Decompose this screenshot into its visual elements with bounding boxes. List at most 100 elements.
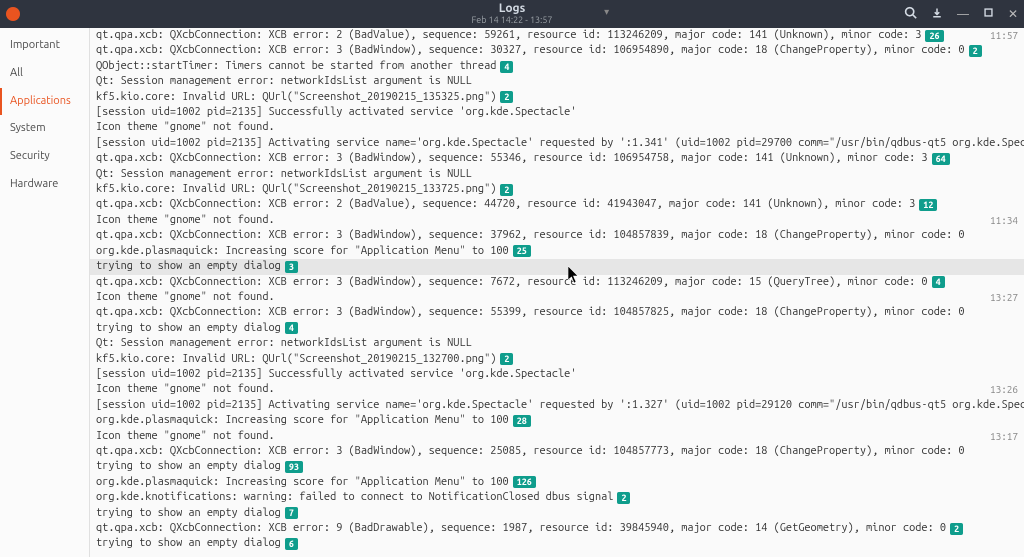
log-line[interactable]: [session uid=1002 pid=2135] Activating s… bbox=[90, 398, 1024, 413]
window-subtitle: Feb 14 14:22 - 13:57 bbox=[472, 16, 553, 26]
log-line[interactable]: qt.qpa.xcb: QXcbConnection: XCB error: 3… bbox=[90, 43, 1024, 58]
maximize-icon[interactable] bbox=[983, 7, 994, 21]
log-message: [session uid=1002 pid=2135] Successfully… bbox=[96, 105, 576, 120]
log-line[interactable]: qt.qpa.xcb: QXcbConnection: XCB error: 3… bbox=[90, 228, 1024, 243]
log-message: org.kde.plasmaquick: Increasing score fo… bbox=[96, 475, 509, 490]
count-badge: 26 bbox=[925, 30, 943, 42]
count-badge: 93 bbox=[285, 461, 303, 473]
log-line[interactable]: qt.qpa.xcb: QXcbConnection: XCB error: 3… bbox=[90, 275, 1024, 290]
log-line[interactable]: trying to show an empty dialog4 bbox=[90, 321, 1024, 336]
log-timestamp: 13:26 bbox=[982, 382, 1018, 397]
count-badge: 3 bbox=[285, 261, 298, 273]
sidebar-item-hardware[interactable]: Hardware bbox=[0, 171, 89, 199]
count-badge: 2 bbox=[500, 184, 513, 196]
log-message: qt.qpa.xcb: QXcbConnection: XCB error: 2… bbox=[96, 28, 921, 43]
count-badge: 12 bbox=[919, 199, 937, 211]
log-timestamp: 13:17 bbox=[982, 429, 1018, 444]
count-badge: 4 bbox=[500, 61, 513, 73]
log-line[interactable]: Qt: Session management error: networkIds… bbox=[90, 336, 1024, 351]
log-message: Icon theme "gnome" not found. bbox=[96, 120, 275, 135]
log-area: qt.qpa.xcb: QXcbConnection: XCB error: 2… bbox=[90, 28, 1024, 557]
titlebar-center: Logs Feb 14 14:22 - 13:57 bbox=[472, 2, 553, 25]
log-line[interactable]: [session uid=1002 pid=2135] Successfully… bbox=[90, 105, 1024, 120]
count-badge: 28 bbox=[513, 415, 531, 427]
log-line[interactable]: trying to show an empty dialog 7 bbox=[90, 506, 1024, 521]
log-line[interactable]: qt.qpa.xcb: QXcbConnection: XCB error: 2… bbox=[90, 197, 1024, 212]
log-line[interactable]: org.kde.knotifications: warning: failed … bbox=[90, 490, 1024, 505]
close-icon[interactable]: ✕ bbox=[1008, 7, 1018, 21]
log-line[interactable]: trying to show an empty dialog6 bbox=[90, 536, 1024, 551]
window-body: ImportantAllApplicationsSystemSecurityHa… bbox=[0, 28, 1024, 557]
log-message: kf5.kio.core: Invalid URL: QUrl("Screens… bbox=[96, 182, 496, 197]
count-badge: 7 bbox=[285, 507, 298, 519]
log-message: Icon theme "gnome" not found. bbox=[96, 290, 275, 305]
log-line[interactable]: qt.qpa.xcb: QXcbConnection: XCB error: 3… bbox=[90, 151, 1024, 166]
log-line[interactable]: kf5.kio.core: Invalid URL: QUrl("Screens… bbox=[90, 182, 1024, 197]
log-timestamp: 13:27 bbox=[982, 290, 1018, 305]
log-line[interactable]: Icon theme "gnome" not found. 13:27 bbox=[90, 290, 1024, 305]
log-line[interactable]: org.kde.plasmaquick: Increasing score fo… bbox=[90, 413, 1024, 428]
log-message: kf5.kio.core: Invalid URL: QUrl("Screens… bbox=[96, 90, 496, 105]
sidebar-item-security[interactable]: Security bbox=[0, 143, 89, 171]
titlebar-left bbox=[6, 7, 20, 21]
logs-window: Logs Feb 14 14:22 - 13:57 ▾ — ✕ Importan… bbox=[0, 0, 1024, 557]
log-message: qt.qpa.xcb: QXcbConnection: XCB error: 3… bbox=[96, 151, 928, 166]
sidebar-item-applications[interactable]: Applications bbox=[0, 88, 89, 116]
minimize-icon[interactable]: — bbox=[957, 8, 969, 21]
log-message: [session uid=1002 pid=2135] Activating s… bbox=[96, 136, 1024, 151]
log-line[interactable]: qt.qpa.xcb: QXcbConnection: XCB error: 3… bbox=[90, 305, 1024, 320]
search-icon[interactable] bbox=[904, 6, 917, 22]
log-message: trying to show an empty dialog bbox=[96, 259, 281, 274]
log-message: qt.qpa.xcb: QXcbConnection: XCB error: 3… bbox=[96, 228, 965, 243]
count-badge: 4 bbox=[285, 322, 298, 334]
log-message: qt.qpa.xcb: QXcbConnection: XCB error: 2… bbox=[96, 197, 915, 212]
count-badge: 2 bbox=[950, 523, 963, 535]
log-line[interactable]: qt.qpa.xcb: QXcbConnection: XCB error: 3… bbox=[90, 444, 1024, 459]
log-message: qt.qpa.xcb: QXcbConnection: XCB error: 3… bbox=[96, 444, 965, 459]
download-icon[interactable] bbox=[931, 7, 943, 22]
log-message: Icon theme "gnome" not found. bbox=[96, 429, 275, 444]
log-scroll[interactable]: qt.qpa.xcb: QXcbConnection: XCB error: 2… bbox=[90, 28, 1024, 557]
log-message: trying to show an empty dialog bbox=[96, 459, 281, 474]
log-line[interactable]: QObject::startTimer: Timers cannot be st… bbox=[90, 59, 1024, 74]
log-message: Qt: Session management error: networkIds… bbox=[96, 74, 472, 89]
log-message: qt.qpa.xcb: QXcbConnection: XCB error: 9… bbox=[96, 521, 946, 536]
log-line[interactable]: trying to show an empty dialog 3 bbox=[90, 259, 1024, 274]
log-message: QObject::startTimer: Timers cannot be st… bbox=[96, 59, 496, 74]
count-badge: 2 bbox=[969, 45, 982, 57]
log-line[interactable]: trying to show an empty dialog 93 bbox=[90, 459, 1024, 474]
log-line[interactable]: org.kde.plasmaquick: Increasing score fo… bbox=[90, 475, 1024, 490]
log-line[interactable]: Icon theme "gnome" not found. bbox=[90, 120, 1024, 135]
count-badge: 126 bbox=[513, 476, 536, 488]
log-line[interactable]: Icon theme "gnome" not found.11:34 bbox=[90, 213, 1024, 228]
sidebar: ImportantAllApplicationsSystemSecurityHa… bbox=[0, 28, 90, 557]
log-line[interactable]: qt.qpa.xcb: QXcbConnection: XCB error: 9… bbox=[90, 521, 1024, 536]
log-line[interactable]: Qt: Session management error: networkIds… bbox=[90, 74, 1024, 89]
log-line[interactable]: [session uid=1002 pid=2135] Activating s… bbox=[90, 136, 1024, 151]
titlebar: Logs Feb 14 14:22 - 13:57 ▾ — ✕ bbox=[0, 0, 1024, 28]
log-line[interactable]: kf5.kio.core: Invalid URL: QUrl("Screens… bbox=[90, 90, 1024, 105]
log-message: Icon theme "gnome" not found. bbox=[96, 213, 275, 228]
sidebar-item-all[interactable]: All bbox=[0, 60, 89, 88]
chevron-down-icon[interactable]: ▾ bbox=[604, 6, 609, 18]
log-message: trying to show an empty dialog bbox=[96, 506, 281, 521]
sidebar-item-important[interactable]: Important bbox=[0, 32, 89, 60]
log-line[interactable]: Icon theme "gnome" not found.13:26 bbox=[90, 382, 1024, 397]
log-line[interactable]: [session uid=1002 pid=2135] Successfully… bbox=[90, 367, 1024, 382]
count-badge: 4 bbox=[932, 276, 945, 288]
sidebar-item-system[interactable]: System bbox=[0, 115, 89, 143]
log-message: qt.qpa.xcb: QXcbConnection: XCB error: 3… bbox=[96, 275, 928, 290]
log-message: org.kde.plasmaquick: Increasing score fo… bbox=[96, 244, 509, 259]
log-message: org.kde.plasmaquick: Increasing score fo… bbox=[96, 413, 509, 428]
log-message: qt.qpa.xcb: QXcbConnection: XCB error: 3… bbox=[96, 43, 965, 58]
log-message: kf5.kio.core: Invalid URL: QUrl("Screens… bbox=[96, 352, 496, 367]
log-line[interactable]: qt.qpa.xcb: QXcbConnection: XCB error: 2… bbox=[90, 28, 1024, 43]
log-line[interactable]: org.kde.plasmaquick: Increasing score fo… bbox=[90, 244, 1024, 259]
log-message: qt.qpa.xcb: QXcbConnection: XCB error: 3… bbox=[96, 305, 965, 320]
log-line[interactable]: kf5.kio.core: Invalid URL: QUrl("Screens… bbox=[90, 352, 1024, 367]
log-line[interactable]: Qt: Session management error: networkIds… bbox=[90, 167, 1024, 182]
titlebar-right: — ✕ bbox=[904, 6, 1018, 22]
log-message: [session uid=1002 pid=2135] Activating s… bbox=[96, 398, 1024, 413]
count-badge: 2 bbox=[500, 353, 513, 365]
log-line[interactable]: Icon theme "gnome" not found. 13:17 bbox=[90, 429, 1024, 444]
